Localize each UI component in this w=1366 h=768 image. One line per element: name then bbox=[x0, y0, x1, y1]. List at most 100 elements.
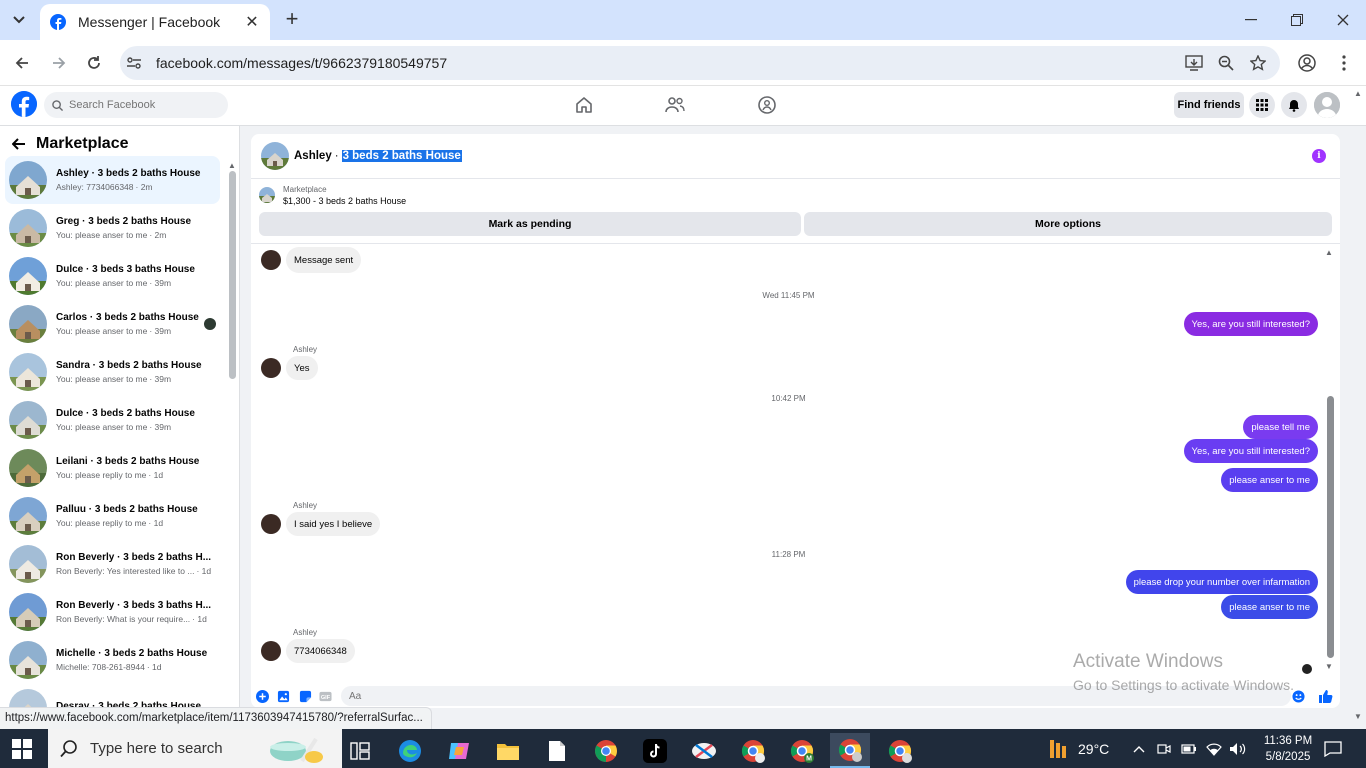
sidebar-scrollbar[interactable] bbox=[229, 171, 236, 379]
browser-menu-icon[interactable] bbox=[1334, 53, 1354, 73]
find-friends-button[interactable]: Find friends bbox=[1174, 92, 1244, 118]
ashley-avatar[interactable] bbox=[261, 250, 281, 270]
taskbar-search-box[interactable]: Type here to search bbox=[48, 729, 342, 768]
conversation-info-icon[interactable]: i bbox=[1312, 149, 1326, 163]
outgoing-message[interactable]: please anser to me bbox=[1221, 595, 1318, 619]
message-bubble[interactable]: Yes bbox=[286, 356, 318, 380]
outgoing-message[interactable]: please tell me bbox=[1243, 415, 1318, 439]
chrome-icon[interactable] bbox=[586, 733, 626, 768]
account-avatar[interactable] bbox=[1314, 92, 1340, 118]
conversation-item[interactable]: Leilani · 3 beds 2 baths House You: pleas… bbox=[5, 444, 220, 492]
menu-grid-icon[interactable] bbox=[1249, 92, 1275, 118]
message-bubble[interactable]: I said yes I believe bbox=[286, 512, 381, 536]
notifications-bell-icon[interactable] bbox=[1281, 92, 1307, 118]
facebook-logo-icon[interactable] bbox=[11, 91, 37, 117]
conversation-item[interactable]: Palluu · 3 beds 2 baths House You: please… bbox=[5, 492, 220, 540]
conversation-item[interactable]: Dulce · 3 beds 2 baths House You: please … bbox=[5, 396, 220, 444]
weather-widget[interactable]: 29°C bbox=[1046, 729, 1109, 768]
new-tab-icon[interactable]: + bbox=[280, 8, 304, 32]
conversation-item[interactable]: Carlos · 3 beds 2 baths House You: please… bbox=[5, 300, 220, 348]
windows-start-icon[interactable] bbox=[12, 739, 32, 759]
volume-icon[interactable] bbox=[1229, 729, 1247, 768]
install-app-icon[interactable] bbox=[1184, 53, 1204, 73]
back-icon[interactable] bbox=[9, 50, 35, 76]
sidebar-scroll-up-icon[interactable]: ▲ bbox=[228, 161, 236, 170]
browser-tab[interactable]: Messenger | Facebook ✕ bbox=[40, 4, 270, 40]
back-arrow-icon[interactable] bbox=[12, 138, 26, 150]
forward-icon[interactable] bbox=[46, 50, 72, 76]
mark-as-pending-button[interactable]: Mark as pending bbox=[259, 212, 801, 236]
conversation-item[interactable]: Michelle · 3 beds 2 baths House Michelle:… bbox=[5, 636, 220, 684]
site-settings-icon[interactable] bbox=[126, 55, 142, 71]
profile-icon[interactable] bbox=[1297, 53, 1317, 73]
meet-now-icon[interactable] bbox=[1157, 729, 1171, 768]
message-bubble[interactable]: 7734066348 bbox=[286, 639, 355, 663]
chrome-profile-m-icon[interactable]: M bbox=[782, 733, 822, 768]
contact-name[interactable]: Ashley bbox=[294, 150, 332, 162]
friends-icon[interactable] bbox=[665, 95, 685, 115]
ashley-avatar[interactable] bbox=[261, 358, 281, 378]
outgoing-message[interactable]: please drop your number over infarmation bbox=[1125, 570, 1318, 594]
edge-icon[interactable] bbox=[390, 733, 430, 768]
conversation-item[interactable]: Sandra · 3 beds 2 baths House You: please… bbox=[5, 348, 220, 396]
wifi-icon[interactable] bbox=[1206, 729, 1222, 768]
zoom-icon[interactable] bbox=[1216, 53, 1236, 73]
browser-tab-bar: Messenger | Facebook ✕ + bbox=[0, 0, 1366, 40]
more-options-button[interactable]: More options bbox=[804, 212, 1332, 236]
chrome-profile-icon[interactable] bbox=[733, 733, 773, 768]
listing-thumbnail[interactable] bbox=[259, 187, 275, 203]
chat-scroll-down-icon[interactable]: ▼ bbox=[1325, 662, 1333, 671]
conversation-item[interactable]: Desray · 3 beds 2 baths House bbox=[5, 684, 220, 708]
close-window-icon[interactable] bbox=[1320, 0, 1366, 40]
tiktok-icon[interactable] bbox=[635, 733, 675, 768]
gif-icon[interactable]: GIF bbox=[319, 690, 332, 703]
outgoing-message[interactable]: please anser to me bbox=[1221, 468, 1318, 492]
facebook-top-nav: Find friends bbox=[0, 86, 1366, 126]
contact-avatar[interactable] bbox=[261, 142, 289, 170]
listing-price[interactable]: $1,300 - 3 beds 2 baths House bbox=[283, 196, 406, 206]
chrome-active-icon[interactable] bbox=[830, 733, 870, 768]
conversation-name: Ashley · 3 beds 2 baths House bbox=[56, 168, 201, 179]
ashley-avatar[interactable] bbox=[261, 641, 281, 661]
conversation-item[interactable]: Greg · 3 beds 2 baths House You: please a… bbox=[5, 204, 220, 252]
snipping-tool-icon[interactable] bbox=[684, 733, 724, 768]
chat-scroll-up-icon[interactable]: ▲ bbox=[1325, 248, 1333, 257]
facebook-search-input[interactable] bbox=[69, 99, 219, 111]
listing-thumbnail bbox=[9, 161, 47, 199]
sticker-icon[interactable] bbox=[299, 690, 312, 703]
outgoing-message[interactable]: Yes, are you still interested? bbox=[1183, 312, 1318, 336]
file-explorer-icon[interactable] bbox=[488, 733, 528, 768]
tab-close-icon[interactable]: ✕ bbox=[244, 12, 260, 32]
conversation-item[interactable]: Ron Beverly · 3 beds 3 baths H... Ron Bev… bbox=[5, 588, 220, 636]
groups-icon[interactable] bbox=[757, 95, 777, 115]
outgoing-message[interactable]: Yes, are you still interested? bbox=[1183, 439, 1318, 463]
restore-icon[interactable] bbox=[1274, 0, 1320, 40]
bookmark-star-icon[interactable] bbox=[1248, 53, 1268, 73]
message-bubble[interactable]: Message sent bbox=[286, 247, 362, 273]
show-hidden-icons[interactable] bbox=[1133, 729, 1145, 768]
ashley-avatar[interactable] bbox=[261, 514, 281, 534]
system-clock[interactable]: 11:36 PM 5/8/2025 bbox=[1260, 733, 1316, 765]
notepad-icon[interactable] bbox=[537, 733, 577, 768]
reload-icon[interactable] bbox=[81, 50, 107, 76]
chat-scrollbar[interactable] bbox=[1327, 396, 1334, 658]
battery-icon[interactable] bbox=[1181, 729, 1197, 768]
like-thumb-icon[interactable] bbox=[1318, 689, 1333, 704]
conversation-item[interactable]: Ashley · 3 beds 2 baths House Ashley: 773… bbox=[5, 156, 220, 204]
notification-center-icon[interactable] bbox=[1324, 729, 1342, 768]
facebook-search-box[interactable] bbox=[44, 92, 228, 118]
conversation-item[interactable]: Dulce · 3 beds 3 baths House You: please … bbox=[5, 252, 220, 300]
photo-icon[interactable] bbox=[277, 690, 290, 703]
task-view-icon[interactable] bbox=[340, 733, 380, 768]
page-scroll-up-icon[interactable]: ▲ bbox=[1354, 89, 1362, 98]
tab-search-dropdown-icon[interactable] bbox=[6, 8, 32, 32]
minimize-icon[interactable] bbox=[1228, 0, 1274, 40]
chrome-profile-2-icon[interactable] bbox=[880, 733, 920, 768]
conversation-item[interactable]: Ron Beverly · 3 beds 2 baths H... Ron Bev… bbox=[5, 540, 220, 588]
copilot-icon[interactable] bbox=[439, 733, 479, 768]
plus-icon[interactable] bbox=[256, 690, 269, 703]
home-icon[interactable] bbox=[574, 95, 594, 115]
url-field[interactable]: facebook.com/messages/t/9662379180549757 bbox=[120, 46, 1280, 80]
listing-title[interactable]: 3 beds 2 baths House bbox=[341, 150, 462, 162]
page-scroll-down-icon[interactable]: ▼ bbox=[1354, 712, 1362, 721]
